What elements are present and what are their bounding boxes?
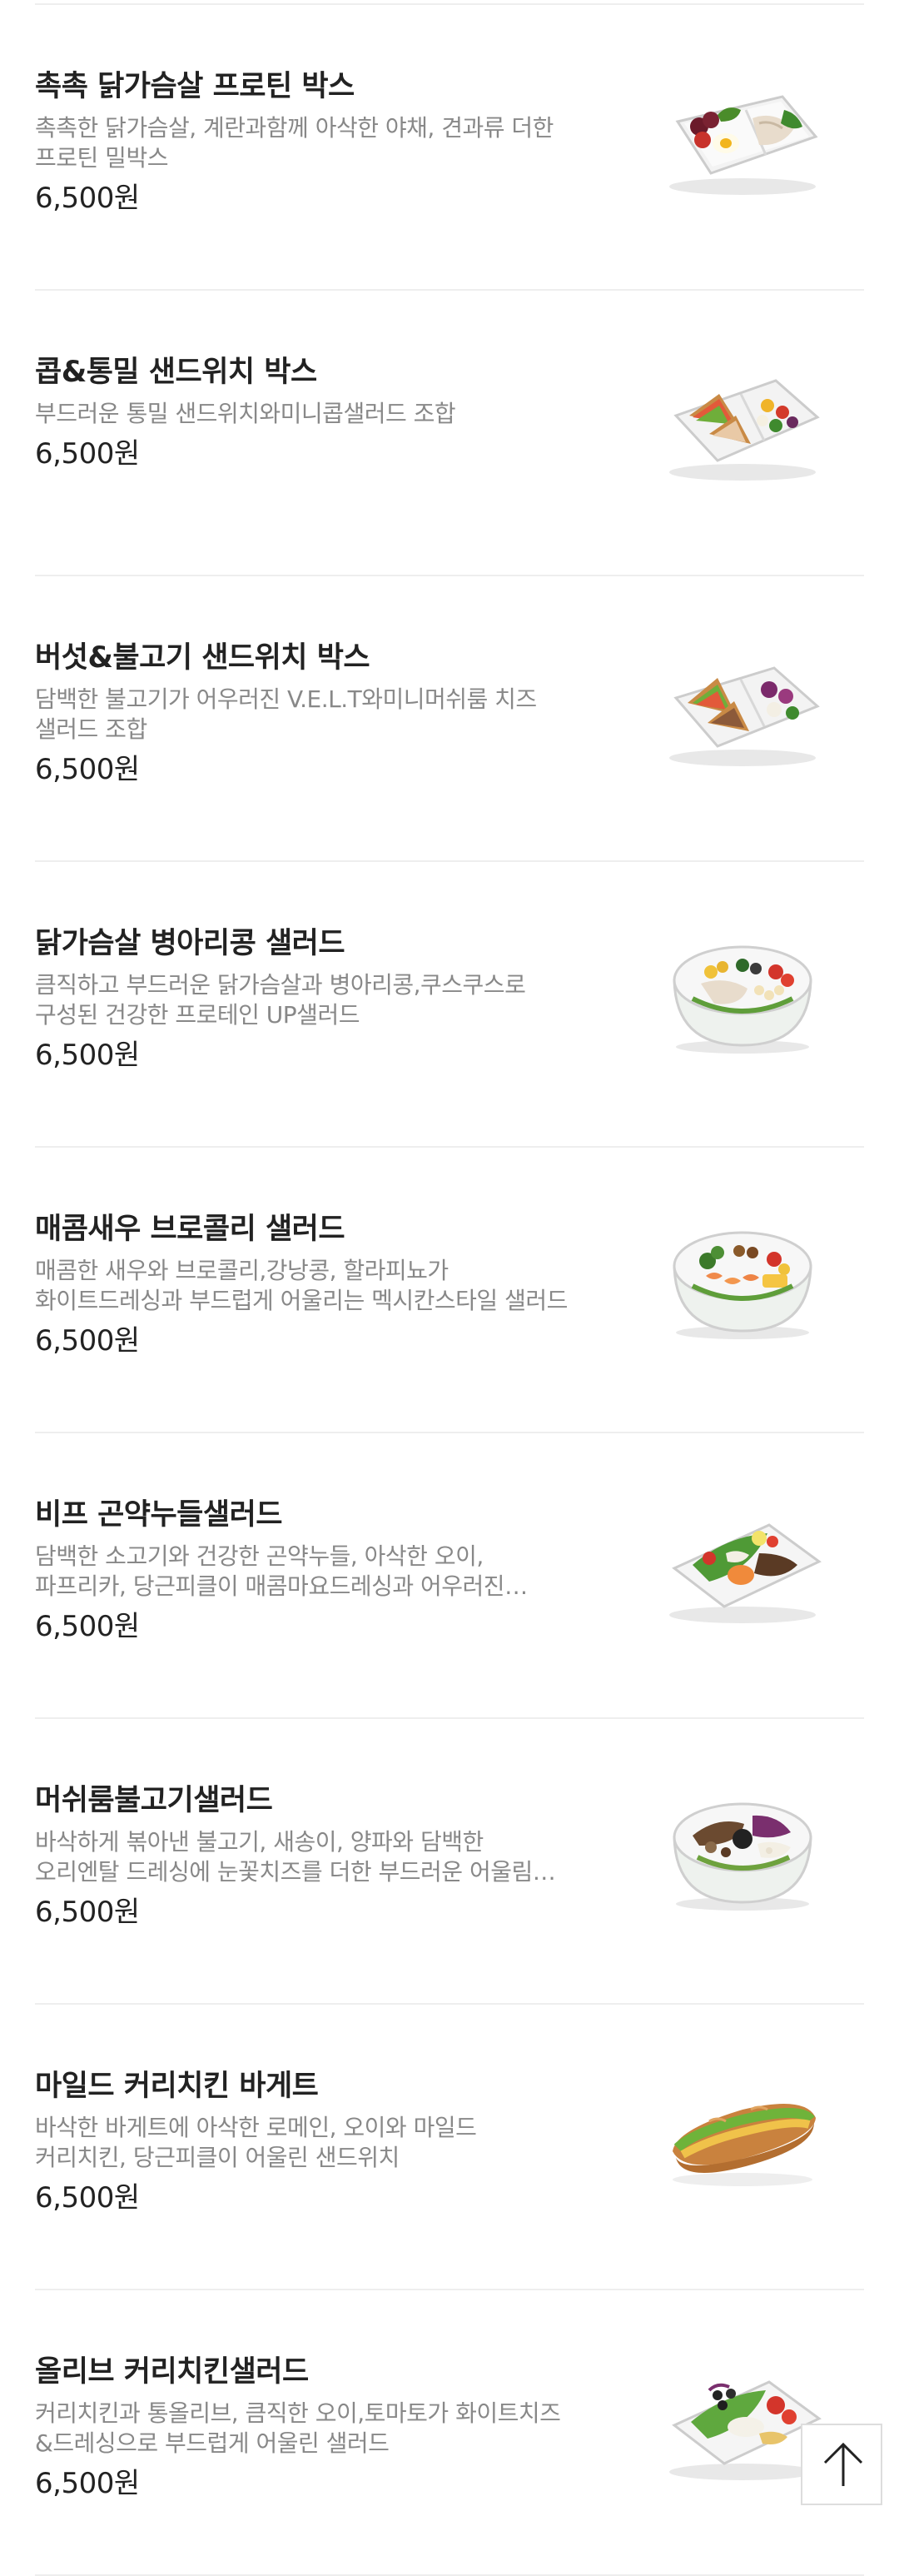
baguette-icon (659, 2071, 826, 2205)
menu-item-price: 6,500원 (35, 437, 140, 471)
menu-item[interactable]: 닭가슴살 병아리콩 샐러드 큼직하고 부드러운 닭가슴살과 병아리콩,쿠스쿠스로… (35, 862, 864, 1148)
menu-item-name: 비프 곤약누들샐러드 (35, 1498, 283, 1532)
menu-item-name: 콥&통밀 샌드위치 박스 (35, 356, 317, 389)
menu-item-name: 마일드 커리치킨 바게트 (35, 2070, 319, 2103)
menu-item[interactable]: 매콤새우 브로콜리 샐러드 매콤한 새우와 브로콜리,강낭콩, 할라피뇨가 화이… (35, 1148, 864, 1433)
menu-item-name: 닭가슴살 병아리콩 샐러드 (35, 927, 345, 960)
scroll-to-top-button[interactable] (801, 2424, 882, 2505)
menu-item-description: 매콤한 새우와 브로콜리,강낭콩, 할라피뇨가 화이트드레싱과 부드럽게 어울리… (35, 1257, 568, 1314)
menu-item-price: 6,500원 (35, 2467, 140, 2500)
menu-item-price: 6,500원 (35, 2181, 140, 2215)
menu-item-description: 바삭하게 볶아낸 불고기, 새송이, 양파와 담백한 오리엔탈 드레싱에 눈꽃치… (35, 1828, 533, 1886)
menu-item-text: 비프 곤약누들샐러드 담백한 소고기와 건강한 곤약누들, 아삭한 오이, 파프… (35, 1497, 568, 1645)
menu-list: 촉촉 닭가슴살 프로틴 박스 촉촉한 닭가슴살, 계란과함께 아삭한 야채, 견… (0, 5, 899, 2576)
salad-bowl-icon (659, 929, 826, 1062)
menu-item[interactable]: 촉촉 닭가슴살 프로틴 박스 촉촉한 닭가슴살, 계란과함께 아삭한 야채, 견… (35, 5, 864, 291)
menu-item-description: 촉촉한 닭가슴살, 계란과함께 아삭한 야채, 견과류 더한 프로틴 밀박스 (35, 114, 554, 172)
sandwich-box-icon (659, 357, 826, 491)
menu-item[interactable]: 콥&통밀 샌드위치 박스 부드러운 통밀 샌드위치와미니콥샐러드 조합 6,50… (35, 291, 864, 576)
menu-item-description: 부드러운 통밀 샌드위치와미니콥샐러드 조합 (35, 400, 456, 427)
salad-bowl-icon (659, 1786, 826, 1919)
menu-item-price: 6,500원 (35, 182, 140, 215)
sandwich-box-icon (659, 643, 826, 776)
menu-item-text: 버섯&불고기 샌드위치 박스 담백한 불고기가 어우러진 V.E.L.T와미니머… (35, 640, 568, 788)
menu-item-description: 바삭한 바게트에 아삭한 로메인, 오이와 마일드 커리치킨, 당근피클이 어울… (35, 2114, 477, 2171)
menu-item-name: 촉촉 닭가슴살 프로틴 박스 (35, 70, 355, 103)
menu-item-name: 버섯&불고기 샌드위치 박스 (35, 641, 370, 675)
menu-item-name: 머쉬룸불고기샐러드 (35, 1784, 273, 1817)
menu-item-text: 콥&통밀 샌드위치 박스 부드러운 통밀 샌드위치와미니콥샐러드 조합 6,50… (35, 354, 568, 472)
menu-item[interactable]: 비프 곤약누들샐러드 담백한 소고기와 건강한 곤약누들, 아삭한 오이, 파프… (35, 1433, 864, 1719)
menu-item-description: 담백한 불고기가 어우러진 V.E.L.T와미니머쉬룸 치즈 샐러드 조합 (35, 685, 537, 743)
menu-item-text: 올리브 커리치킨샐러드 커리치킨과 통올리브, 큼직한 오이,토마토가 화이트치… (35, 2354, 568, 2502)
menu-item-text: 닭가슴살 병아리콩 샐러드 큼직하고 부드러운 닭가슴살과 병아리콩,쿠스쿠스로… (35, 925, 568, 1074)
menu-item-price: 6,500원 (35, 1039, 140, 1072)
menu-item-text: 머쉬룸불고기샐러드 바삭하게 볶아낸 불고기, 새송이, 양파와 담백한 오리엔… (35, 1782, 568, 1931)
menu-item-text: 촉촉 닭가슴살 프로틴 박스 촉촉한 닭가슴살, 계란과함께 아삭한 야채, 견… (35, 68, 568, 217)
menu-item[interactable]: 올리브 커리치킨샐러드 커리치킨과 통올리브, 큼직한 오이,토마토가 화이트치… (35, 2290, 864, 2576)
menu-item-text: 마일드 커리치킨 바게트 바삭한 바게트에 아삭한 로메인, 오이와 마일드 커… (35, 2068, 568, 2216)
menu-item-description: 큼직하고 부드러운 닭가슴살과 병아리콩,쿠스쿠스로 구성된 건강한 프로테인 … (35, 971, 526, 1029)
arrow-up-icon (823, 2442, 863, 2486)
menu-item[interactable]: 버섯&불고기 샌드위치 박스 담백한 불고기가 어우러진 V.E.L.T와미니머… (35, 576, 864, 862)
protein-box-icon (659, 72, 826, 205)
salad-bowl-icon (659, 1214, 826, 1348)
menu-item-description: 커리치킨과 통올리브, 큼직한 오이,토마토가 화이트치즈&드레싱으로 부드럽게… (35, 2399, 561, 2457)
salad-tray-icon (659, 1500, 826, 1633)
menu-item-description: 담백한 소고기와 건강한 곤약누들, 아삭한 오이, 파프리카, 당근피클이 매… (35, 1542, 505, 1600)
menu-item-text: 매콤새우 브로콜리 샐러드 매콤한 새우와 브로콜리,강낭콩, 할라피뇨가 화이… (35, 1211, 568, 1359)
menu-item-name: 매콤새우 브로콜리 샐러드 (35, 1213, 345, 1246)
menu-item-price: 6,500원 (35, 1896, 140, 1929)
menu-item[interactable]: 마일드 커리치킨 바게트 바삭한 바게트에 아삭한 로메인, 오이와 마일드 커… (35, 2005, 864, 2290)
menu-item[interactable]: 머쉬룸불고기샐러드 바삭하게 볶아낸 불고기, 새송이, 양파와 담백한 오리엔… (35, 1719, 864, 2005)
menu-item-price: 6,500원 (35, 753, 140, 786)
menu-item-price: 6,500원 (35, 1610, 140, 1643)
menu-item-name: 올리브 커리치킨샐러드 (35, 2355, 309, 2389)
menu-item-price: 6,500원 (35, 1324, 140, 1358)
